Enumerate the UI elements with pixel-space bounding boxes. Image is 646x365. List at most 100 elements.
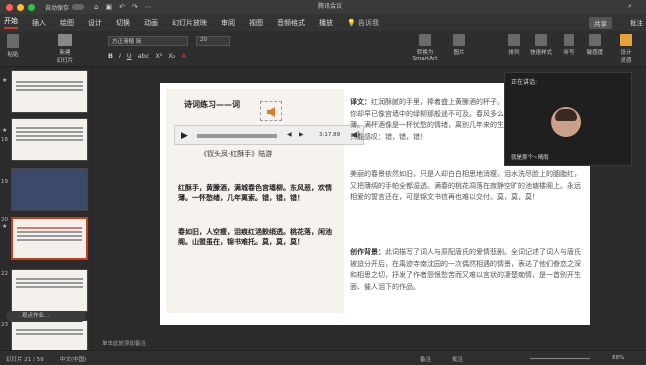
play-icon[interactable]: ▶ [181, 131, 188, 141]
slide-thumbnail-pane[interactable]: ★ ★ 18 19 ★ 20 22 23 [0, 67, 92, 350]
poem-stanza-2: 春如旧，人空瘦，泪痕红浥鲛绡透。桃花落，闲池阁。山盟虽在，锦书难托。莫，莫，莫！ [178, 228, 332, 246]
notes-toggle[interactable]: 备注 [420, 355, 431, 363]
floating-status-pill[interactable]: 观点作业... [6, 311, 86, 322]
save-icon[interactable]: ▣ [105, 3, 112, 11]
background-label: 创作背景： [350, 248, 385, 256]
slide-thumbnail-21[interactable] [11, 217, 88, 260]
slide-thumbnail-17[interactable] [11, 70, 88, 113]
dictate-button[interactable]: 听写 [560, 34, 578, 56]
tell-me-box[interactable]: 💡 告诉我 [347, 18, 379, 28]
window-controls[interactable] [6, 3, 35, 11]
tab-home[interactable]: 开始 [4, 16, 18, 29]
design-ideas-label: 设计 灵感 [620, 50, 632, 64]
autosave-toggle[interactable] [72, 4, 85, 10]
design-ideas-button[interactable]: 设计 灵感 [616, 34, 636, 64]
slide-thumbnail-23[interactable] [11, 320, 88, 350]
share-button[interactable]: 共享 [589, 17, 612, 29]
smartart-button[interactable]: 转换为 SmartArt [410, 34, 440, 62]
poem-subtitle: 《钗头凤·红酥手》陆游 [200, 150, 273, 158]
quick-styles-button[interactable]: 快速样式 [526, 34, 556, 56]
slide-number: 22 [1, 271, 8, 277]
subscript-button[interactable]: X₂ [168, 52, 175, 60]
smartart-icon [419, 34, 431, 46]
tab-view[interactable]: 视图 [249, 18, 263, 28]
tab-animations[interactable]: 动画 [144, 18, 158, 28]
comments-toggle[interactable]: 批注 [452, 355, 463, 363]
more-icon[interactable]: ⋯ [145, 3, 152, 11]
search-icon[interactable]: ⌕ [628, 2, 642, 12]
rewind-icon[interactable]: ◀ [287, 131, 292, 138]
paste-label: 粘贴 [7, 52, 19, 58]
italic-button[interactable]: I [119, 52, 121, 60]
slide-thumbnail-22[interactable] [11, 269, 88, 312]
poem-stanza-1: 红酥手，黄縢酒，满城春色宫墙柳。东风恶，欢情薄。一怀愁绪，几年离索。错，错，错！ [178, 184, 332, 202]
comment-button[interactable]: 批注 [630, 17, 643, 27]
bold-button[interactable]: B [108, 52, 113, 60]
translation-para-2: 美丽的春景依然如旧，只是人却白白相思地消瘦。泪水洗尽脸上的胭脂红，又把薄绸的手帕… [350, 170, 581, 201]
sensitivity-button[interactable]: 敏感度 [582, 34, 608, 56]
font-color-button[interactable]: A [181, 52, 185, 60]
forward-icon[interactable]: ▶ [299, 131, 304, 138]
picture-button[interactable]: 图片 [452, 34, 466, 56]
undo-icon[interactable]: ↶ [119, 3, 125, 11]
paste-button[interactable]: 粘贴 [4, 34, 22, 58]
translation-label: 译文： [350, 98, 371, 106]
notes-pane[interactable]: 单击此处添加备注 [92, 339, 646, 350]
clipboard-icon [7, 34, 19, 48]
tab-slideshow[interactable]: 幻灯片放映 [172, 18, 207, 28]
audio-player[interactable]: ▶ ◀ ▶ 3:17.89 ◀) [174, 125, 364, 145]
speaking-label: 正在讲话: [511, 79, 538, 86]
close-window-button[interactable] [6, 3, 13, 11]
quick-styles-icon [535, 34, 547, 46]
tab-draw[interactable]: 绘图 [60, 18, 74, 28]
slide-number: 20 [1, 217, 8, 223]
autosave-label: 自动保存 [45, 4, 70, 12]
font-family-select[interactable]: 方正清楷 简 [108, 36, 188, 46]
slide-title: 诗词练习——词 [184, 100, 240, 109]
sensitivity-label: 敏感度 [586, 50, 604, 56]
tab-transitions[interactable]: 切换 [116, 18, 130, 28]
tell-me-label: 告诉我 [357, 18, 379, 27]
arrange-label: 排列 [508, 50, 520, 56]
font-size-select[interactable]: 20 [196, 36, 230, 46]
slide-number: 23 [1, 322, 8, 328]
superscript-button[interactable]: X² [155, 52, 162, 60]
animation-star-icon: ★ [2, 77, 8, 84]
tab-review[interactable]: 审阅 [221, 18, 235, 28]
participant-avatar [551, 107, 581, 137]
animation-star-icon: ★ [2, 223, 8, 230]
tab-audio-format[interactable]: 音频格式 [277, 18, 305, 28]
speaker-icon[interactable] [260, 101, 282, 121]
dictate-label: 听写 [563, 50, 575, 56]
minimize-window-button[interactable] [17, 3, 24, 11]
picture-label: 图片 [453, 50, 465, 56]
zoom-slider[interactable] [530, 358, 590, 359]
tab-design[interactable]: 设计 [88, 18, 102, 28]
slide-thumbnail-18[interactable] [11, 118, 88, 161]
underline-button[interactable]: U [127, 52, 132, 60]
slide-thumbnail-19[interactable] [11, 168, 88, 211]
arrange-button[interactable]: 排列 [504, 34, 524, 56]
microphone-icon [564, 34, 574, 46]
new-slide-label: 新建 幻灯片 [56, 50, 74, 64]
audio-progress-bar[interactable] [197, 134, 277, 138]
zoom-window-button[interactable] [28, 3, 35, 11]
picture-icon [453, 34, 465, 46]
quick-styles-label: 快速样式 [529, 50, 552, 56]
arrange-icon [508, 34, 520, 46]
slide-count: 幻灯片 21 / 59 [6, 357, 44, 363]
redo-icon[interactable]: ↷ [132, 3, 138, 11]
language-indicator[interactable]: 中文(中国) [60, 355, 86, 363]
slide-number: 19 [1, 179, 8, 185]
home-icon[interactable]: ⌂ [94, 3, 98, 11]
meeting-video-panel[interactable]: 正在讲话: 就是那个~晴雨 [504, 72, 632, 166]
tab-insert[interactable]: 插入 [32, 18, 46, 28]
background-body: 此词描写了词人与原配唐氏的爱情悲剧。全词记述了词人与唐氏被迫分开后，在禹迹寺南沈… [350, 248, 581, 291]
new-slide-button[interactable]: 新建 幻灯片 [52, 34, 78, 64]
audio-time: 3:17.89 [319, 132, 341, 138]
tab-playback[interactable]: 播放 [319, 18, 333, 28]
strikethrough-button[interactable]: abc [138, 52, 150, 60]
animation-star-icon: ★ [2, 127, 8, 134]
participant-name: 就是那个~晴雨 [511, 155, 549, 161]
zoom-level[interactable]: 88% [612, 355, 624, 361]
